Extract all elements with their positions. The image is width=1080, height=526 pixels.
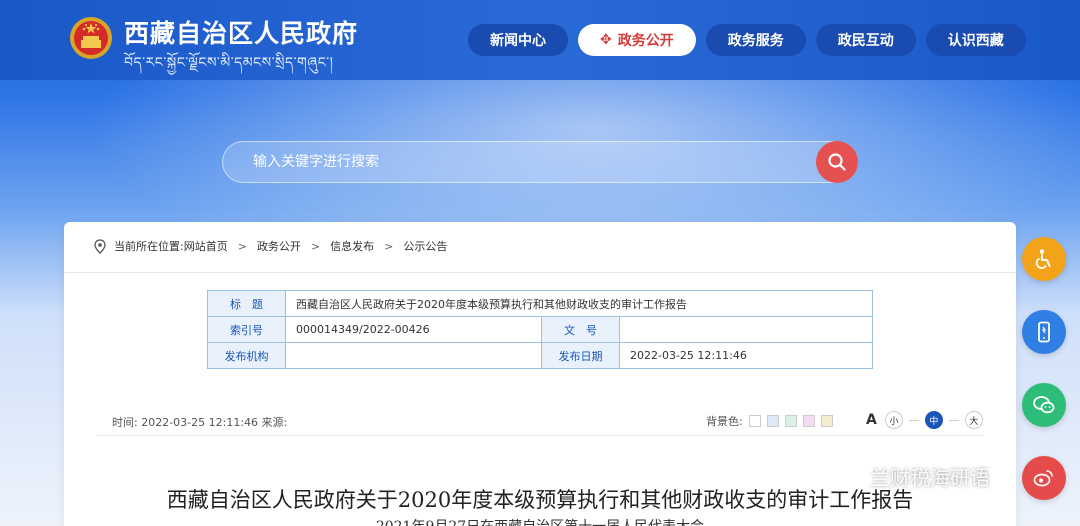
accessibility-icon bbox=[1035, 249, 1051, 269]
bg-swatch-green[interactable] bbox=[784, 415, 797, 427]
breadcrumb-home[interactable]: 网站首页 bbox=[184, 238, 228, 254]
meta-title-label: 标 题 bbox=[207, 290, 286, 317]
site-title: 西藏自治区人民政府 bbox=[124, 19, 359, 48]
divider bbox=[948, 419, 959, 421]
nav-item-gov-affairs[interactable]: ✥ 政务公开 bbox=[578, 24, 696, 56]
nav-item-news[interactable]: 新闻中心 bbox=[468, 24, 568, 56]
table-row: 标 题 西藏自治区人民政府关于2020年度本级预算执行和其他财政收支的审计工作报… bbox=[207, 290, 873, 317]
meta-date-value: 2022-03-25 12:11:46 bbox=[619, 342, 873, 369]
meta-date-label: 发布日期 bbox=[541, 342, 620, 369]
national-emblem-icon bbox=[70, 17, 112, 59]
main-nav: 新闻中心 ✥ 政务公开 政务服务 政民互动 认识西藏 bbox=[468, 24, 1026, 56]
wechat-icon bbox=[1033, 396, 1055, 414]
nav-item-label: 政民互动 bbox=[837, 33, 894, 49]
nav-item-label: 认识西藏 bbox=[947, 33, 1004, 49]
breadcrumb: 当前所在位置: 网站首页 > 政务公开 > 信息发布 > 公示公告 bbox=[94, 238, 447, 254]
font-size-small-button[interactable]: 小 bbox=[884, 411, 903, 429]
background-color-label: 背景色: bbox=[706, 415, 743, 428]
nav-item-label: 政务公开 bbox=[617, 33, 674, 49]
font-size-large-button[interactable]: 大 bbox=[964, 411, 983, 429]
breadcrumb-announcements[interactable]: 公示公告 bbox=[403, 238, 447, 254]
divider bbox=[908, 419, 919, 421]
weibo-button[interactable] bbox=[1022, 456, 1066, 500]
nav-item-label: 新闻中心 bbox=[490, 33, 546, 49]
mobile-icon bbox=[1038, 321, 1050, 343]
search-icon bbox=[828, 153, 846, 171]
background-color-picker: 背景色: bbox=[706, 413, 833, 429]
nav-item-about-tibet[interactable]: 认识西藏 bbox=[925, 24, 1026, 56]
breadcrumb-separator: > bbox=[384, 239, 394, 253]
font-size-icon: A bbox=[866, 412, 877, 428]
mobile-version-button[interactable] bbox=[1022, 310, 1066, 354]
site-header: 西藏自治区人民政府 བོད་རང་སྐྱོང་ལྗོངས་མི་དམངས་སྲི… bbox=[0, 0, 1080, 80]
search-input[interactable] bbox=[253, 142, 813, 182]
article-subtitle: 2021年9月27日在西藏自治区第十一届人民代表大会 bbox=[64, 516, 1016, 526]
divider bbox=[64, 272, 1016, 273]
breadcrumb-prefix: 当前所在位置: bbox=[114, 240, 184, 253]
table-row: 发布机构 发布日期 2022-03-25 12:11:46 bbox=[207, 342, 873, 369]
nav-item-interaction[interactable]: 政民互动 bbox=[815, 24, 916, 56]
article-info-bar: 时间: 2022-03-25 12:11:46 来源: 背景色: A 小 中 大 bbox=[96, 410, 984, 436]
meta-title-value: 西藏自治区人民政府关于2020年度本级预算执行和其他财政收支的审计工作报告 bbox=[285, 290, 873, 317]
bg-swatch-pink[interactable] bbox=[802, 415, 815, 427]
location-pin-icon bbox=[94, 238, 106, 254]
breadcrumb-separator: > bbox=[310, 239, 321, 253]
font-size-medium-button[interactable]: 中 bbox=[924, 411, 943, 429]
watermark: 兰财税海研语 bbox=[838, 462, 990, 491]
nav-item-label: 政务服务 bbox=[727, 33, 784, 49]
table-row: 索引号 000014349/2022-00426 文 号 bbox=[207, 316, 873, 343]
search-bar bbox=[222, 141, 858, 183]
meta-doc-label: 文 号 bbox=[541, 316, 620, 343]
bg-swatch-yellow[interactable] bbox=[820, 415, 833, 427]
meta-index-value: 000014349/2022-00426 bbox=[285, 316, 542, 343]
bg-swatch-blue[interactable] bbox=[766, 415, 779, 427]
meta-index-label: 索引号 bbox=[207, 316, 286, 343]
publish-time: 时间: 2022-03-25 12:11:46 来源: bbox=[112, 416, 288, 429]
document-meta-table: 标 题 西藏自治区人民政府关于2020年度本级预算执行和其他财政收支的审计工作报… bbox=[207, 290, 873, 369]
wechat-official-account-icon bbox=[839, 468, 863, 486]
endless-knot-icon: ✥ bbox=[600, 32, 612, 48]
search-button[interactable] bbox=[816, 141, 858, 183]
watermark-text: 兰财税海研语 bbox=[870, 466, 990, 490]
font-size-switcher: A 小 中 大 bbox=[866, 411, 983, 429]
site-subtitle: བོད་རང་སྐྱོང་ལྗོངས་མི་དམངས་སྲིད་གཞུང་། bbox=[124, 55, 334, 71]
breadcrumb-info-release[interactable]: 信息发布 bbox=[330, 238, 374, 254]
bg-swatch-white[interactable] bbox=[748, 415, 761, 427]
wechat-button[interactable] bbox=[1022, 383, 1066, 427]
nav-item-services[interactable]: 政务服务 bbox=[705, 24, 806, 56]
meta-issuer-label: 发布机构 bbox=[207, 342, 286, 369]
meta-issuer-value bbox=[285, 342, 542, 369]
breadcrumb-gov-affairs[interactable]: 政务公开 bbox=[257, 238, 301, 254]
breadcrumb-separator: > bbox=[237, 239, 247, 253]
meta-doc-value bbox=[619, 316, 873, 343]
accessibility-button[interactable] bbox=[1022, 237, 1066, 281]
weibo-icon bbox=[1033, 470, 1053, 487]
